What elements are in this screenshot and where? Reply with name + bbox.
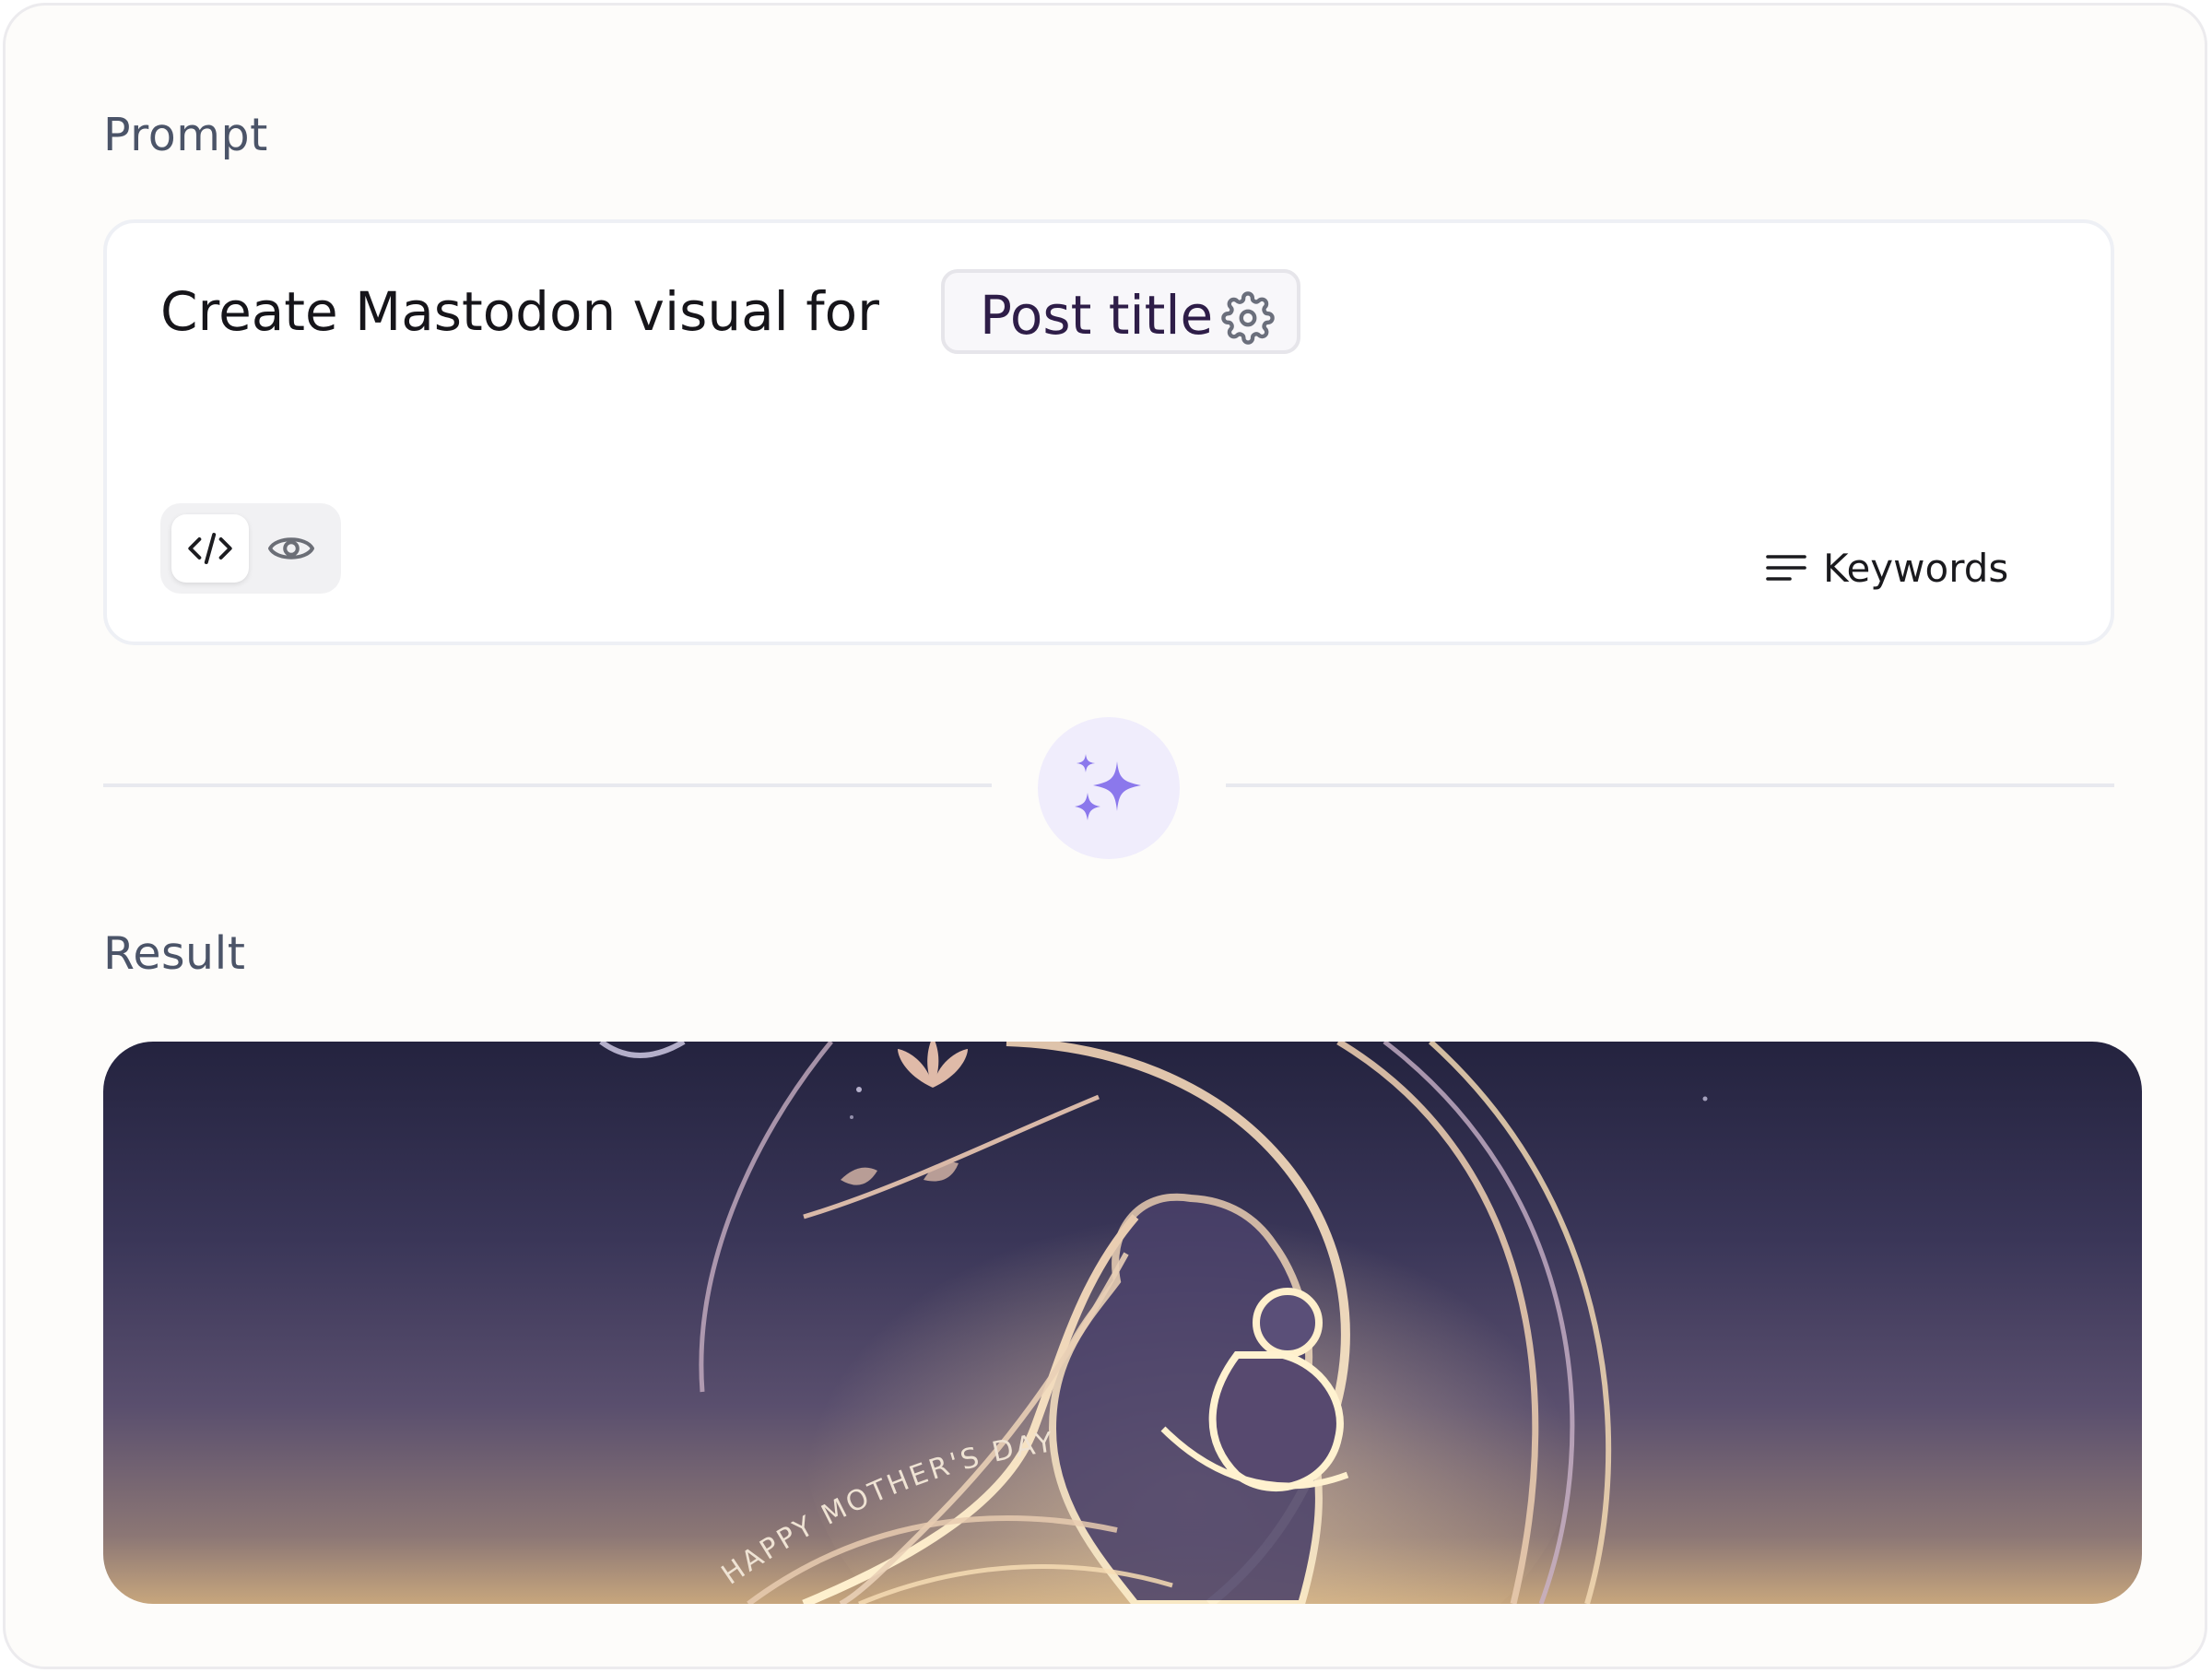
mother-child-illustration: HAPPY MOTHER'S DAY: [599, 1042, 1708, 1604]
result-label: Result: [103, 927, 246, 980]
generate-button[interactable]: [1038, 717, 1180, 859]
variable-chip-post-title[interactable]: Post title: [941, 269, 1300, 354]
variable-chip-label: Post title: [980, 284, 1214, 347]
gear-icon[interactable]: [1221, 291, 1275, 345]
keywords-label: Keywords: [1823, 545, 2009, 591]
sparkles-icon: [1075, 754, 1141, 820]
preview-button[interactable]: [253, 514, 330, 583]
divider-right: [1226, 783, 2114, 787]
prompt-card: Prompt Create Mastodon visual for Post t…: [3, 3, 2207, 1669]
prompt-text: Create Mastodon visual for: [160, 280, 879, 343]
divider-left: [103, 783, 992, 787]
keywords-button[interactable]: Keywords: [1766, 540, 2008, 595]
eye-icon: [268, 537, 314, 560]
code-view-button[interactable]: [171, 514, 249, 583]
code-icon: [188, 533, 232, 564]
prompt-label: Prompt: [103, 109, 268, 161]
lines-icon: [1766, 555, 1806, 581]
result-image[interactable]: HAPPY MOTHER'S DAY: [103, 1042, 2142, 1604]
mode-toggle: [160, 503, 341, 594]
prompt-editor[interactable]: Create Mastodon visual for Post title Ke…: [103, 219, 2114, 645]
